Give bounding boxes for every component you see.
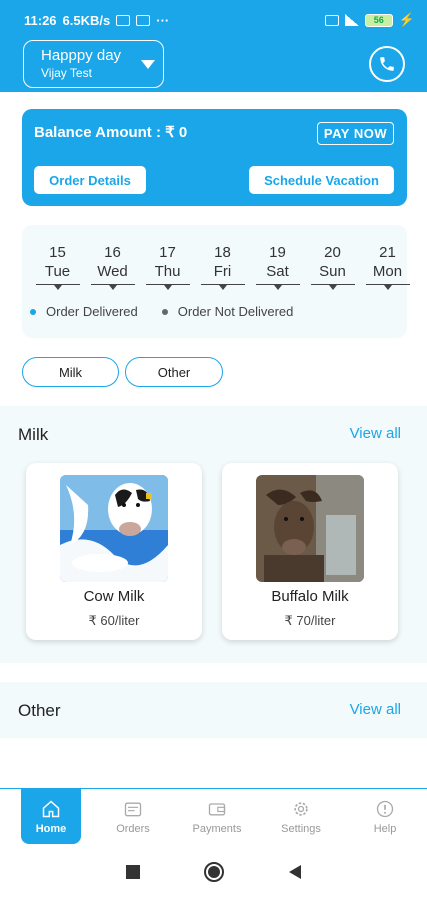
schedule-vacation-button[interactable]: Schedule Vacation [249,166,394,194]
orders-icon [124,802,142,816]
filter-chip-other[interactable]: Other [125,357,223,387]
balance-amount: Balance Amount : ₹ 0 [34,124,188,141]
legend-not-delivered: Order Not Delivered [161,304,294,319]
legend-delivered: Order Delivered [30,304,138,319]
recents-button[interactable] [125,864,141,880]
day-number: 18 [214,244,231,261]
sim-icon [324,14,339,26]
wallet-icon [208,802,226,815]
product-name: Cow Milk [83,588,145,605]
status-left: 11:26 6.5KB/s ··· [24,13,169,28]
bottom-nav: Home Orders Payments Settings Help [0,788,427,844]
day-marker [145,284,190,291]
day-name: Tue [44,263,71,280]
nav-settings[interactable]: Settings [259,789,343,844]
product-name: Buffalo Milk [271,588,349,605]
day-marker [200,284,245,291]
nav-settings-label: Settings [281,822,321,835]
nav-orders[interactable]: Orders [91,789,175,844]
status-right: 56 ⚡ [324,12,415,28]
back-button[interactable] [287,864,303,880]
phone-icon [380,57,394,71]
legend-delivered-label: Order Delivered [46,304,138,319]
nav-home[interactable]: Home [21,789,81,844]
day-number: 15 [49,244,66,261]
day-name: Wed [97,263,128,280]
circle-icon [203,862,224,882]
day-marker [35,284,80,291]
not-delivered-dot-icon [161,308,168,315]
cow-milk-image [60,475,168,582]
pay-now-button[interactable]: PAY NOW [317,122,394,145]
day-number: 17 [159,244,176,261]
location-selector[interactable]: Happpy day Vijay Test [23,40,164,88]
day-number: 21 [379,244,396,261]
system-nav-bar [0,844,427,900]
product-price: ₹ 70/liter [284,613,336,628]
balance-card: Balance Amount : ₹ 0 PAY NOW Order Detai… [22,109,407,206]
other-view-all-link[interactable]: View all [350,701,401,718]
nav-payments-label: Payments [192,822,242,835]
day-item[interactable]: 21 Mon [360,244,415,291]
product-card-cow-milk[interactable]: Cow Milk ₹ 60/liter [26,463,202,640]
back-triangle-icon [288,865,301,879]
day-name: Fri [213,263,232,280]
product-price: ₹ 60/liter [88,613,140,628]
gear-icon [294,801,308,816]
home-system-button[interactable] [203,861,225,883]
day-number: 16 [104,244,121,261]
milk-section-title: Milk [18,425,49,444]
day-marker [310,284,355,291]
day-item[interactable]: 16 Wed [85,244,140,291]
message-icon [116,14,131,26]
status-time: 11:26 [24,12,57,28]
delivery-legend: Order Delivered Order Not Delivered [30,304,293,319]
day-item[interactable]: 18 Fri [195,244,250,291]
nav-home-label: Home [35,822,67,835]
filter-chip-milk[interactable]: Milk [22,357,119,387]
call-button[interactable] [369,46,405,82]
day-number: 20 [324,244,341,261]
nav-help-label: Help [373,822,397,835]
nav-payments[interactable]: Payments [175,789,259,844]
status-speed: 6.5KB/s [62,12,111,28]
charging-icon: ⚡ [398,12,415,27]
help-icon [376,800,394,817]
day-name: Thu [154,263,181,280]
week-calendar: 15 Tue 16 Wed 17 Thu 18 Fri 19 Sat 20 Su… [22,225,410,338]
day-item[interactable]: 20 Sun [305,244,360,291]
nav-orders-label: Orders [116,822,150,835]
battery-icon: 56 [364,13,393,27]
day-marker [90,284,135,291]
delivered-dot-icon [30,308,36,315]
day-item[interactable]: 19 Sat [250,244,305,291]
product-card-buffalo-milk[interactable]: Buffalo Milk ₹ 70/liter [222,463,398,640]
day-name: Sat [266,263,289,280]
day-list: 15 Tue 16 Wed 17 Thu 18 Fri 19 Sat 20 Su… [30,244,415,291]
day-name: Mon [372,263,403,280]
nav-help[interactable]: Help [343,789,427,844]
other-section: Other View all [0,682,427,738]
day-item[interactable]: 15 Tue [30,244,85,291]
buffalo-milk-image [256,475,364,582]
legend-not-delivered-label: Order Not Delivered [177,304,294,319]
signal-icon [344,14,359,26]
order-details-button[interactable]: Order Details [34,166,146,194]
day-name: Sun [319,263,346,280]
status-bar: 11:26 6.5KB/s ··· 56 ⚡ [0,0,427,40]
milk-section: Milk View all Cow Milk ₹ 60/liter Buffal… [0,406,427,663]
chevron-down-icon [141,60,155,69]
other-section-title: Other [18,701,61,720]
square-icon [125,865,140,879]
app-header: Happpy day Vijay Test [0,40,427,92]
app-notification-icon [136,14,151,26]
day-item[interactable]: 17 Thu [140,244,195,291]
day-number: 19 [269,244,286,261]
day-marker [365,284,410,291]
status-more: ··· [156,12,170,28]
day-marker [255,284,300,291]
milk-view-all-link[interactable]: View all [350,425,401,442]
home-icon [42,799,60,817]
